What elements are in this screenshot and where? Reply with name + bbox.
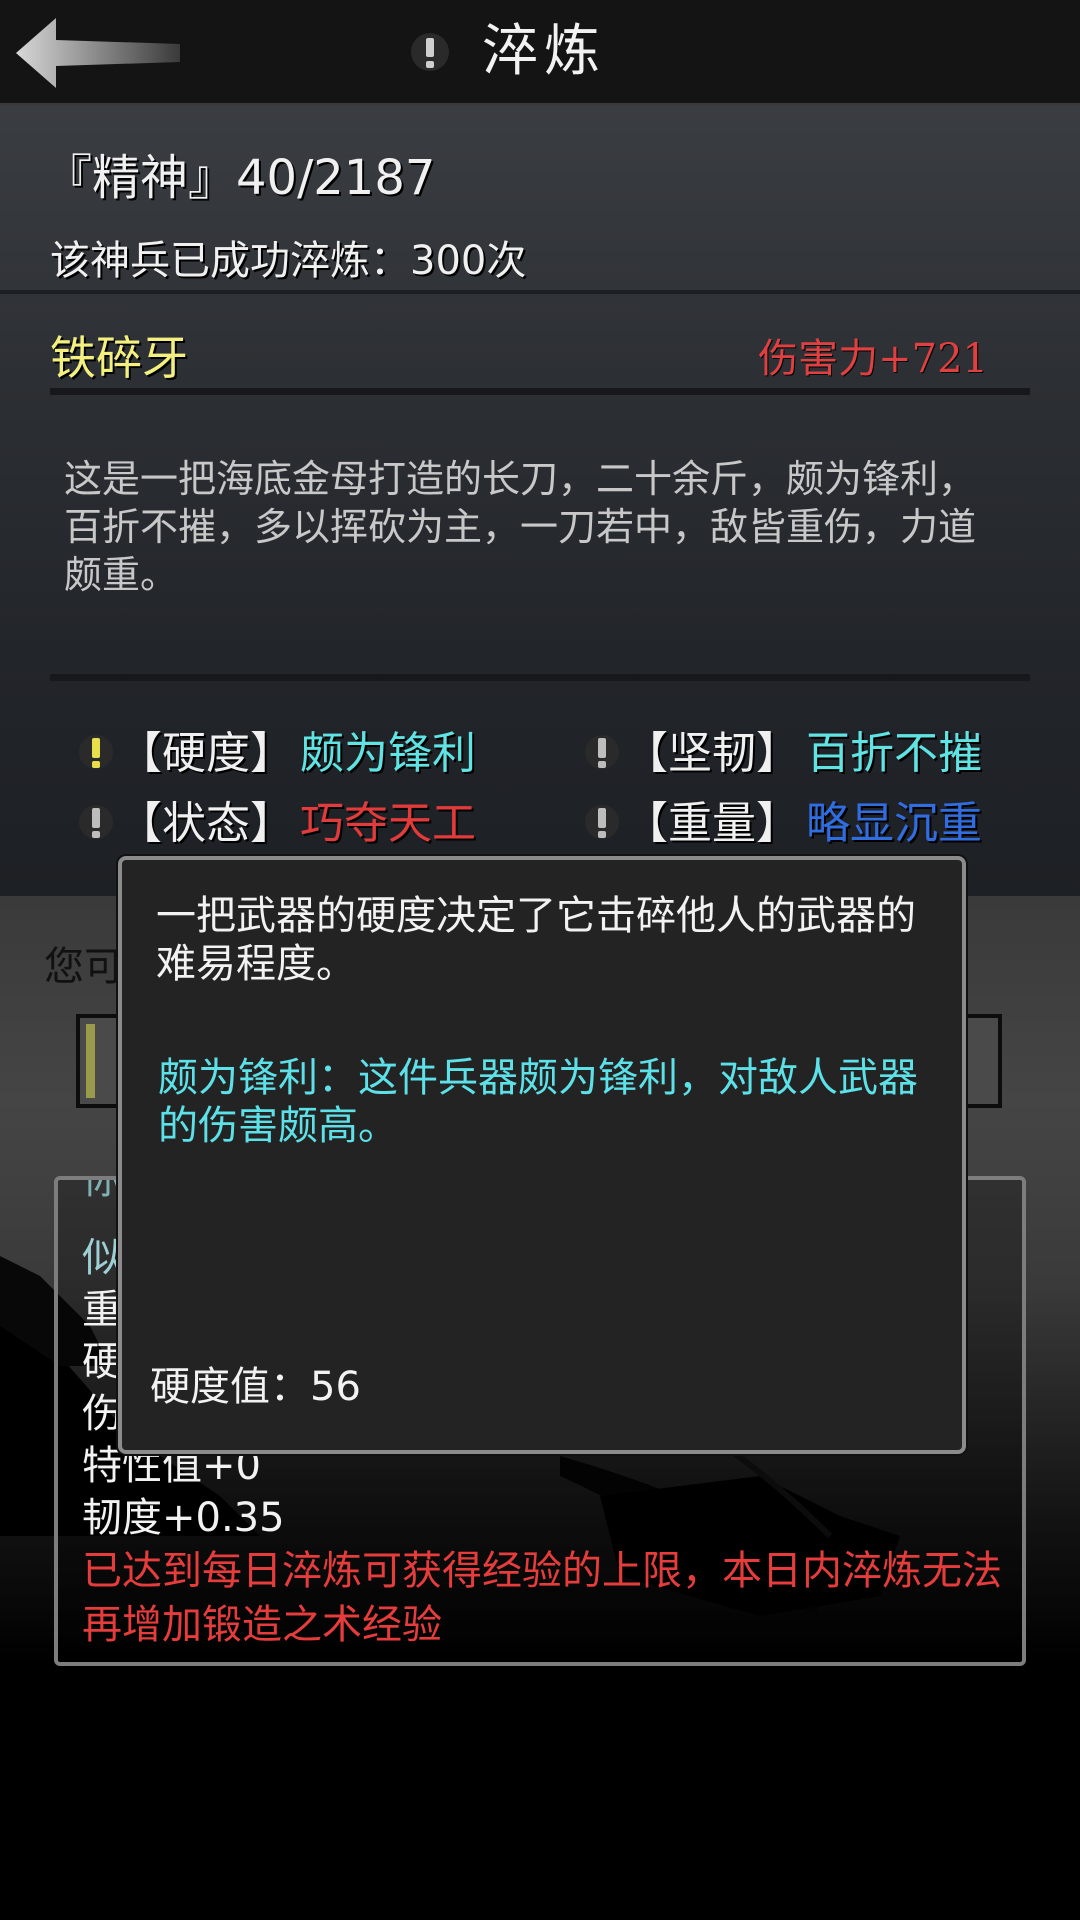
progress-fill [86,1024,96,1098]
exclamation-icon [78,800,114,840]
log-line: 伤 [82,1391,122,1437]
page-title: 淬炼 [482,19,606,84]
weapon-description: 这是一把海底金母打造的长刀，二十余斤，颇为锋利，百折不摧，多以挥砍为主，一刀若中… [64,457,977,597]
refined-count: 该神兵已成功淬炼：300次 [50,238,527,284]
header-bar: 淬炼 [0,0,1080,106]
attribute-value: 颇为锋利 [300,728,476,779]
attribute-label: 【状态】 [118,798,294,849]
attribute-state[interactable]: 【状态】 巧夺天工 [78,796,476,852]
attribute-label: 【坚韧】 [624,728,800,779]
log-line: 你 [82,1176,122,1203]
attribute-value: 巧夺天工 [300,798,476,849]
log-line: 重 [82,1287,122,1333]
divider [50,674,1030,681]
tooltip-value: 硬度值：56 [150,1364,361,1410]
log-warning: 已达到每日淬炼可获得经验的上限，本日内淬炼无法再增加锻造之术经验 [82,1548,1002,1648]
exclamation-icon [584,730,620,770]
weapon-damage: 伤害力+721 [758,336,988,382]
attribute-hardness[interactable]: 【硬度】 颇为锋利 [78,726,476,782]
log-line: 硬 [82,1339,122,1385]
log-line: 似 [82,1235,122,1281]
attribute-tooltip[interactable]: 一把武器的硬度决定了它击碎他人的武器的难易程度。 颇为锋利：这件兵器颇为锋利，对… [118,856,966,1454]
exclamation-icon[interactable] [410,32,450,72]
attribute-label: 【硬度】 [118,728,294,779]
attribute-weight[interactable]: 【重量】 略显沉重 [584,796,982,852]
divider [0,290,1080,294]
divider [50,388,1030,395]
attribute-label: 【重量】 [624,798,800,849]
back-button[interactable] [14,16,184,90]
attribute-value: 略显沉重 [806,798,982,849]
refine-hint-text: 您可 [44,944,124,990]
tooltip-description: 一把武器的硬度决定了它击碎他人的武器的难易程度。 [156,893,916,987]
exclamation-icon [584,800,620,840]
log-line: 韧度+0.35 [82,1495,285,1541]
spirit-counter: 『精神』40/2187 [44,150,436,206]
exclamation-icon [78,730,114,770]
attribute-toughness[interactable]: 【坚韧】 百折不摧 [584,726,982,782]
back-arrow-icon [16,18,180,88]
tooltip-detail: 颇为锋利：这件兵器颇为锋利，对敌人武器的伤害颇高。 [158,1055,918,1149]
weapon-name: 铁碎牙 [50,331,188,385]
attribute-value: 百折不摧 [806,728,982,779]
